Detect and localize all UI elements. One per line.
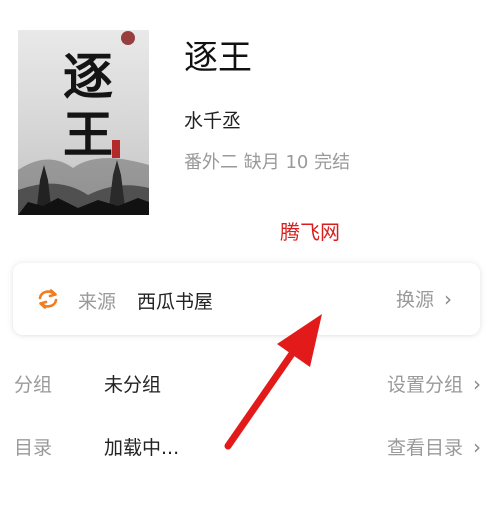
annotation-arrow (224, 314, 322, 450)
